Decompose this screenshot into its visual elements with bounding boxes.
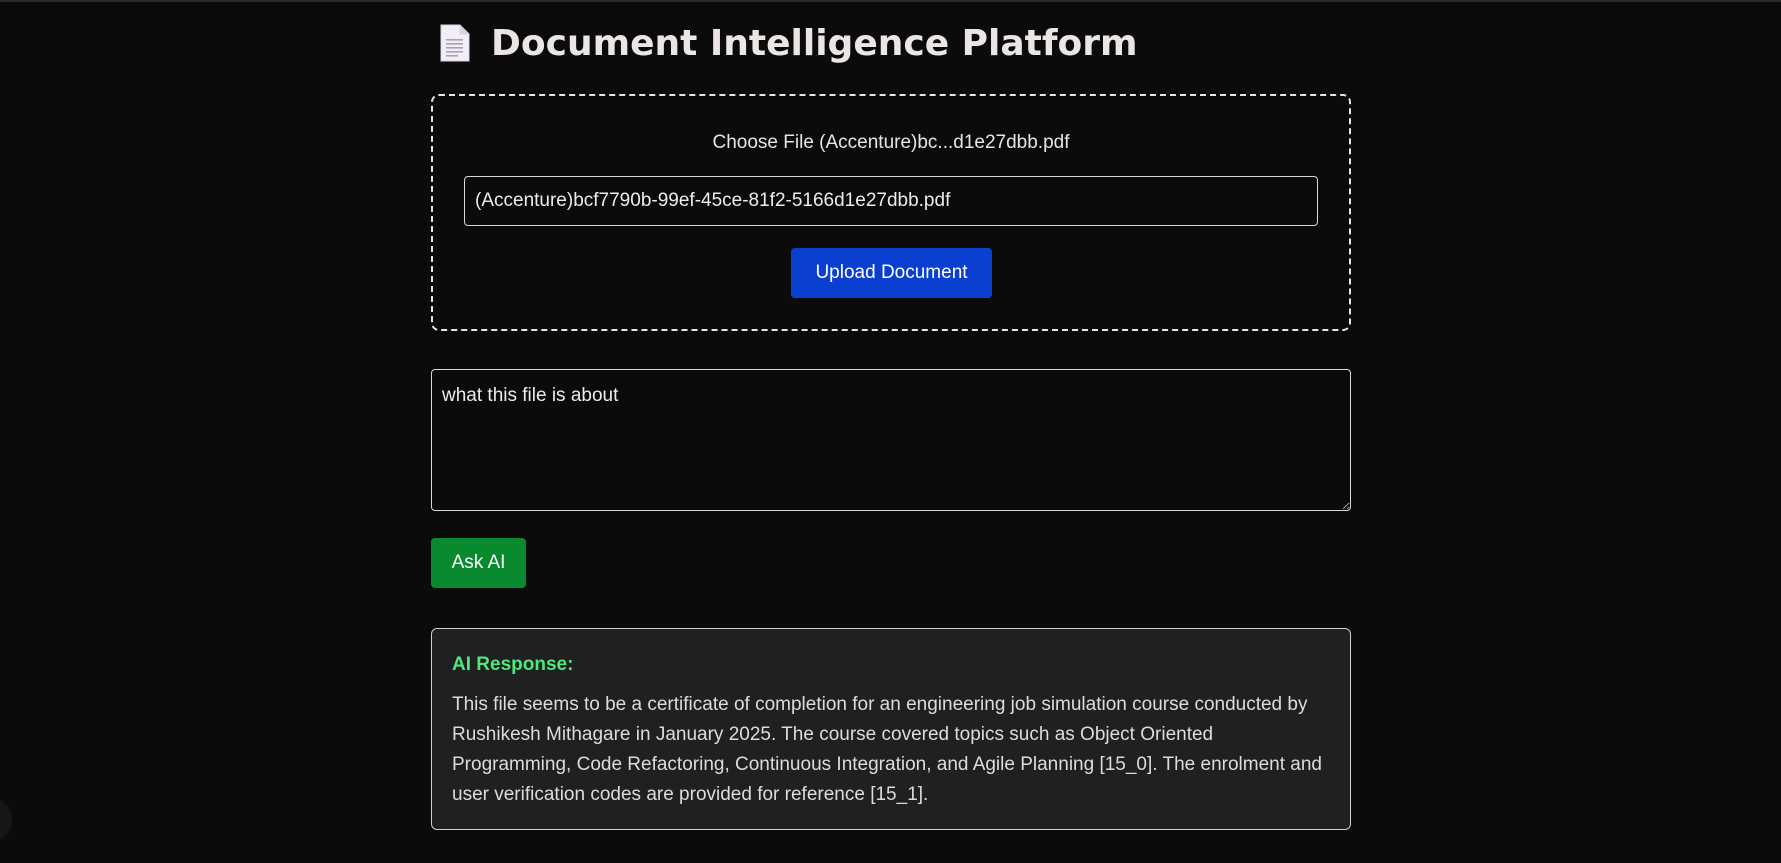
ask-ai-button[interactable]: Ask AI: [431, 538, 526, 588]
choose-file-label[interactable]: Choose File (Accenture)bc...d1e27dbb.pdf: [433, 132, 1349, 154]
question-textarea[interactable]: what this file is about: [431, 369, 1351, 511]
ai-response-title: AI Response:: [452, 654, 574, 675]
page-header: Document Intelligence Platform: [431, 0, 1351, 86]
main-container: Document Intelligence Platform Choose Fi…: [431, 0, 1351, 830]
upload-document-button[interactable]: Upload Document: [791, 248, 992, 298]
page-title: Document Intelligence Platform: [491, 22, 1138, 64]
file-name-input[interactable]: [464, 176, 1318, 226]
document-icon: [439, 23, 471, 63]
ai-response-text: This file seems to be a certificate of c…: [452, 694, 1322, 805]
ai-response-panel: AI Response: This file seems to be a cer…: [431, 628, 1351, 830]
upload-dropzone[interactable]: Choose File (Accenture)bc...d1e27dbb.pdf…: [431, 94, 1351, 331]
corner-floating-button[interactable]: [0, 800, 12, 840]
